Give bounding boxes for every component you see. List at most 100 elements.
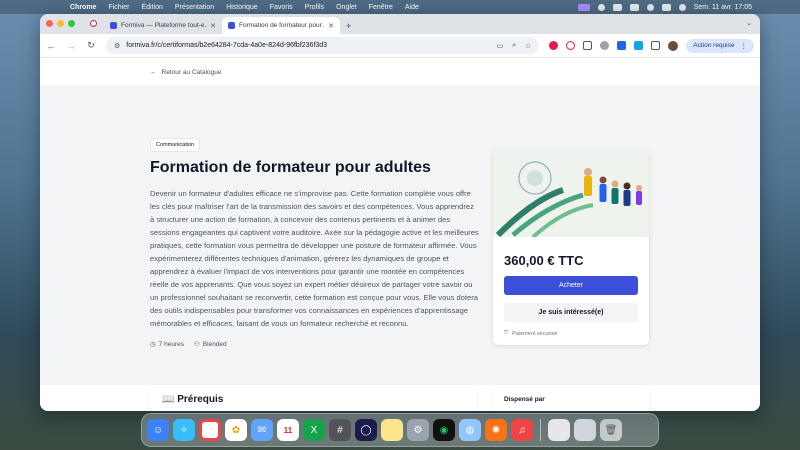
menu-app-name[interactable]: Chrome <box>64 4 102 11</box>
search-icon[interactable] <box>661 3 671 11</box>
control-center-icon[interactable] <box>678 3 686 11</box>
brightness-icon[interactable] <box>597 3 605 11</box>
tab-title: Formiva — Plateforme tout-e… <box>121 22 207 29</box>
duration: ◷ 7 heures <box>150 340 184 348</box>
extension-s-icon[interactable] <box>634 41 644 50</box>
menu-historique[interactable]: Historique <box>220 4 264 11</box>
forward-icon[interactable]: → <box>66 41 76 51</box>
trash-icon[interactable]: 🗑 <box>600 419 622 441</box>
tab-close-icon[interactable]: ✕ <box>328 22 334 30</box>
course-price: 360,00 € TTC <box>504 253 584 268</box>
menu-profils[interactable]: Profils <box>299 4 330 11</box>
menu-fenetre[interactable]: Fenêtre <box>363 4 399 11</box>
bluetooth-icon[interactable] <box>629 3 639 11</box>
back-icon[interactable]: ← <box>46 41 56 51</box>
menubar-status-area: Sem. 11 avr. 17:05 <box>577 3 800 11</box>
profile-avatar[interactable] <box>668 40 679 51</box>
extension-red-icon[interactable] <box>549 41 559 50</box>
tab-title: Formation de formateur pour… <box>239 22 325 29</box>
menu-presentation[interactable]: Présentation <box>169 4 220 11</box>
new-tab-icon[interactable]: + <box>346 21 351 31</box>
perplexity-icon[interactable]: ✺ <box>485 419 507 441</box>
preview-icon[interactable]: ◍ <box>459 419 481 441</box>
buy-button[interactable]: Acheter <box>504 276 638 295</box>
status-app-icon[interactable] <box>577 3 590 11</box>
page-content: ← Retour au Catalogue Communication Form… <box>40 58 760 411</box>
clock-icon: ◷ <box>150 341 156 349</box>
window-controls <box>46 20 75 27</box>
zoom-icon[interactable]: ⌕ <box>512 42 516 50</box>
tab-search-icon[interactable]: ⌄ <box>746 19 752 27</box>
extension-search-icon[interactable] <box>566 41 576 50</box>
provider-heading: Dispensé par <box>504 396 545 403</box>
extension-blue-icon[interactable] <box>617 41 627 50</box>
chrome-icon[interactable] <box>199 419 221 441</box>
cast-icon[interactable]: ▭ <box>496 42 503 50</box>
menubar-clock[interactable]: Sem. 11 avr. 17:05 <box>694 4 752 11</box>
shield-check-icon: ⛉ <box>504 330 509 336</box>
notes-icon[interactable] <box>381 419 403 441</box>
url-text[interactable]: formiva.fr/c/certiformas/b2e64284-7cda-4… <box>126 42 490 49</box>
calendar-icon[interactable]: 11 <box>277 419 299 441</box>
music-icon[interactable]: ♫ <box>511 419 533 441</box>
bookmark-star-icon[interactable]: ☆ <box>525 42 531 50</box>
action-required-button[interactable]: Action requise ⋮ <box>686 38 754 53</box>
excel-icon[interactable]: X <box>303 419 325 441</box>
mail-icon[interactable]: ✉ <box>251 419 273 441</box>
extension-gray-icon[interactable] <box>600 41 610 50</box>
finder-icon[interactable]: ☺ <box>147 419 169 441</box>
page-title: Formation de formateur pour adultes <box>150 159 431 176</box>
document-icon[interactable] <box>548 419 570 441</box>
course-hero: Communication Formation de formateur pou… <box>40 85 760 385</box>
maximize-window-icon[interactable] <box>68 20 75 27</box>
photos-icon[interactable]: ✿ <box>225 419 247 441</box>
browser-window: Formiva — Plateforme tout-e… ✕ Formation… <box>40 14 760 411</box>
address-bar[interactable]: ⚙ formiva.fr/c/certiformas/b2e64284-7cda… <box>106 37 540 54</box>
menu-fichier[interactable]: Fichier <box>102 4 135 11</box>
menu-edition[interactable]: Édition <box>135 4 168 11</box>
extensions-puzzle-icon[interactable] <box>651 41 661 50</box>
interested-button[interactable]: Je suis intéressé(e) <box>504 303 638 322</box>
macos-dock: ☺ ✧ ✿ ✉ 11 X # ◯ ⚙ ◉ ◍ ✺ ♫ 🗑 <box>141 413 659 447</box>
site-info-icon[interactable]: ⚙ <box>114 42 120 50</box>
tab-close-icon[interactable]: ✕ <box>210 22 216 30</box>
macos-menubar: Chrome Fichier Édition Présentation Hist… <box>0 0 800 14</box>
users-icon: ⚇ <box>193 341 200 349</box>
minimize-window-icon[interactable] <box>57 20 64 27</box>
spotify-icon[interactable]: ◉ <box>433 419 455 441</box>
modality-label: Blended <box>202 341 227 349</box>
back-to-catalogue-link[interactable]: ← Retour au Catalogue <box>40 58 760 86</box>
settings-icon[interactable]: ⚙ <box>407 419 429 441</box>
wifi-icon[interactable] <box>646 3 654 11</box>
purchase-card: 360,00 € TTC Acheter Je suis intéressé(e… <box>493 150 649 345</box>
back-label: Retour au Catalogue <box>161 68 222 76</box>
more-menu-icon[interactable]: ⋮ <box>741 42 748 50</box>
tab-formiva[interactable]: Formiva — Plateforme tout-e… ✕ <box>104 17 222 34</box>
course-illustration <box>493 150 649 239</box>
action-required-label: Action requise <box>693 41 735 49</box>
duration-label: 7 heures <box>158 341 184 349</box>
reload-icon[interactable]: ↻ <box>86 40 96 51</box>
tab-strip: Formiva — Plateforme tout-e… ✕ Formation… <box>40 14 760 34</box>
safari-icon[interactable]: ✧ <box>173 419 195 441</box>
menu-favoris[interactable]: Favoris <box>264 4 299 11</box>
calculator-icon[interactable]: # <box>329 419 351 441</box>
menu-aide[interactable]: Aide <box>399 4 425 11</box>
category-badge: Communication <box>150 138 201 152</box>
tab-formation[interactable]: Formation de formateur pour… ✕ <box>222 17 340 34</box>
prerequisites-heading: Prérequis <box>177 394 224 405</box>
battery-icon[interactable] <box>612 3 622 11</box>
close-window-icon[interactable] <box>46 20 53 27</box>
browser-toolbar: ← → ↻ ⚙ formiva.fr/c/certiformas/b2e6428… <box>40 34 760 58</box>
course-description: Devenir un formateur d'adultes efficace … <box>150 189 479 328</box>
extensions-area: Action requise ⋮ <box>549 38 754 53</box>
recording-icon <box>90 20 97 27</box>
book-icon: 📖 <box>162 394 175 405</box>
app-circle-icon[interactable]: ◯ <box>355 419 377 441</box>
minimized-window-icon[interactable] <box>574 419 596 441</box>
prerequisites-section: 📖 Prérequis <box>150 385 477 411</box>
menu-onglet[interactable]: Onglet <box>330 4 363 11</box>
course-meta: ◷ 7 heures ⚇ Blended <box>150 340 480 348</box>
formiva-favicon-icon <box>110 22 117 29</box>
extension-brackets-icon[interactable] <box>583 41 593 50</box>
